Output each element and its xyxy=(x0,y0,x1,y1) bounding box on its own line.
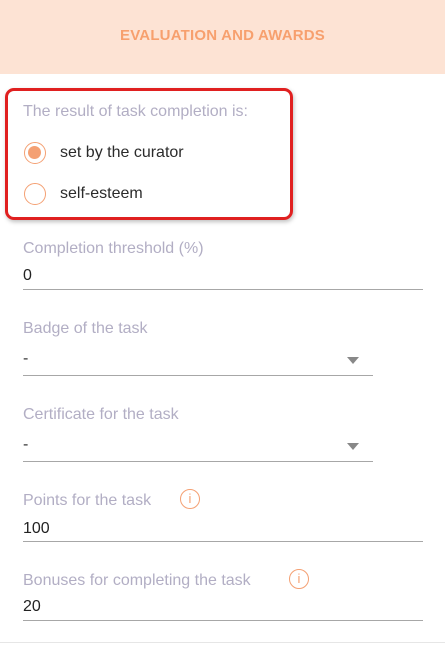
radio-dot-icon xyxy=(28,146,41,159)
divider xyxy=(0,642,445,643)
radio-label-self-esteem: self-esteem xyxy=(60,185,143,202)
radio-label-curator: set by the curator xyxy=(60,144,184,161)
section-header: EVALUATION AND AWARDS xyxy=(0,0,445,74)
badge-label: Badge of the task xyxy=(23,320,148,337)
info-icon[interactable]: i xyxy=(289,569,309,589)
points-input[interactable]: 100 xyxy=(23,520,50,538)
radio-set-by-curator[interactable]: set by the curator xyxy=(24,142,244,168)
badge-underline xyxy=(23,375,373,376)
bonuses-underline xyxy=(23,620,423,621)
threshold-underline xyxy=(23,289,423,290)
points-underline xyxy=(23,541,423,542)
threshold-label: Completion threshold (%) xyxy=(23,240,204,257)
bonuses-label: Bonuses for completing the task xyxy=(23,572,251,589)
result-label: The result of task completion is: xyxy=(23,103,248,120)
certificate-select[interactable]: - xyxy=(23,436,28,454)
points-label: Points for the task xyxy=(23,492,152,509)
certificate-label: Certificate for the task xyxy=(23,406,179,423)
radio-unselected-icon[interactable] xyxy=(24,183,46,205)
certificate-underline xyxy=(23,461,373,462)
threshold-input[interactable]: 0 xyxy=(23,267,32,285)
radio-selected-icon[interactable] xyxy=(24,142,46,164)
bonuses-input[interactable]: 20 xyxy=(23,598,41,616)
chevron-down-icon[interactable] xyxy=(347,443,359,450)
radio-self-esteem[interactable]: self-esteem xyxy=(24,183,244,209)
info-icon[interactable]: i xyxy=(180,489,200,509)
badge-select[interactable]: - xyxy=(23,350,28,368)
chevron-down-icon[interactable] xyxy=(347,357,359,364)
section-title: EVALUATION AND AWARDS xyxy=(119,27,326,44)
